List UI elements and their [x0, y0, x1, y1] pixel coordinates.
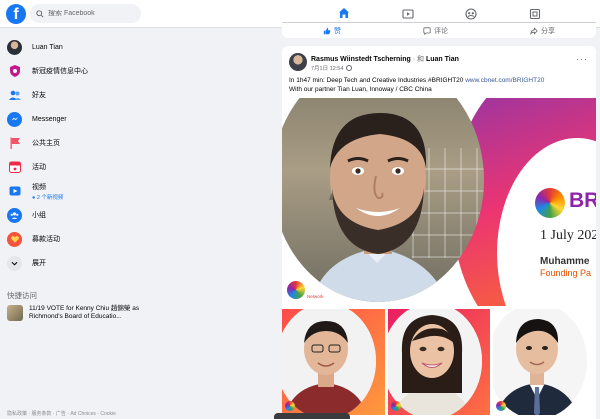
speaker-name-text: Muhamme: [540, 256, 590, 267]
network-logo-icon: [390, 401, 401, 411]
post-text: In 1h47 min: Deep Tech and Creative Indu…: [289, 76, 589, 94]
timestamp-text[interactable]: 7月1日 12:54: [311, 64, 343, 72]
speaker-portrait: [387, 309, 482, 415]
post-timestamp: 7月1日 12:54: [311, 64, 353, 72]
previous-post-action-bar: 赞 评论 分享: [282, 22, 596, 38]
sidebar-item-label: 好友: [32, 92, 46, 99]
friends-icon: [7, 88, 22, 103]
sidebar-item-label: 公共主页: [32, 140, 60, 147]
shortcuts-title: 快捷访问: [7, 291, 37, 300]
sidebar-item-fundraisers[interactable]: 募款活动: [4, 228, 164, 250]
sidebar-item-profile[interactable]: Luan Tian: [4, 36, 164, 58]
sidebar-item-covid[interactable]: 新冠疫情信息中心: [4, 60, 164, 82]
heart-icon: [7, 231, 22, 247]
shortcut-item[interactable]: 11/19 VOTE for Kenny Chiu 趙錦榮 as Richmon…: [7, 305, 177, 321]
sidebar-item-label: Messenger: [32, 115, 67, 123]
avatar: [7, 39, 22, 55]
thumbs-up-icon: [323, 27, 331, 34]
network-logo-icon: [287, 281, 305, 299]
speaker-photo: AL: [282, 98, 484, 302]
new-videos-badge: ● 2 个新视频: [32, 194, 64, 201]
post-image-thumbnails: [282, 309, 596, 415]
share-button[interactable]: 分享: [530, 26, 555, 36]
share-icon: [530, 26, 538, 35]
sidebar-item-messenger[interactable]: Messenger: [4, 108, 164, 130]
shortcut-label: 11/19 VOTE for Kenny Chiu 趙錦榮 as Richmon…: [29, 305, 140, 320]
post-text-line2: With our partner Tian Luan, Innoway / CB…: [289, 86, 432, 93]
sidebar-item-label: 小组: [32, 212, 46, 219]
comment-button[interactable]: 评论: [423, 26, 448, 36]
chat-tab[interactable]: [274, 413, 350, 419]
speaker-role-text: Founding Pa: [540, 268, 592, 278]
feed-post: Rasmus Wiinstedt Tscherning · 和 Luan Tia…: [282, 46, 596, 419]
search-box[interactable]: [30, 4, 141, 23]
author-name-link[interactable]: Rasmus Wiinstedt Tscherning: [311, 56, 411, 63]
covid-shield-icon: [7, 64, 22, 79]
sidebar-item-events[interactable]: 活动: [4, 156, 164, 178]
event-date-text: 1 July 202: [540, 228, 596, 243]
sidebar-item-friends[interactable]: 好友: [4, 84, 164, 106]
sidebar-item-label: 新冠疫情信息中心: [32, 68, 88, 75]
groups-icon: [465, 8, 477, 20]
gaming-icon: [529, 8, 541, 20]
network-logo-icon: [285, 401, 295, 411]
sidebar-item-label: 募款活动: [32, 236, 60, 243]
tagged-user-link[interactable]: Luan Tian: [426, 56, 459, 63]
comment-icon: [423, 26, 431, 35]
groups-icon: [7, 207, 22, 223]
sidebar-item-label: 活动: [32, 164, 46, 171]
bright-logo-icon: [535, 188, 565, 218]
sidebar-item-label: Luan Tian: [32, 43, 63, 51]
comment-label: 评论: [434, 27, 448, 35]
post-main-image[interactable]: AL BRI 1 July 202 Muhamme Founding: [282, 98, 596, 306]
video-icon: [7, 184, 22, 199]
facebook-logo[interactable]: f: [6, 4, 26, 24]
like-label: 赞: [334, 27, 341, 35]
video-icon: [402, 9, 414, 19]
more-options-button[interactable]: ···: [576, 54, 588, 64]
thumbnail-image[interactable]: [282, 309, 385, 415]
like-button[interactable]: 赞: [323, 26, 341, 36]
shortcut-thumbnail: [7, 305, 23, 321]
network-line3: Network: [307, 294, 324, 299]
sidebar-item-pages[interactable]: 公共主页: [4, 132, 164, 154]
post-link[interactable]: www.cbnet.com/BRIGHT20: [465, 77, 544, 84]
speaker-portrait: [312, 113, 447, 302]
network-logo-text: Creative Business Network: [307, 284, 325, 299]
network-logo-icon: [496, 401, 507, 411]
post-author-line: Rasmus Wiinstedt Tscherning · 和 Luan Tia…: [311, 56, 459, 63]
post-text-line1: In 1h47 min: Deep Tech and Creative Indu…: [289, 77, 466, 84]
sidebar-item-label: 展开: [32, 260, 46, 267]
calendar-icon: [7, 160, 22, 175]
messenger-icon: [7, 111, 22, 127]
sidebar-item-groups[interactable]: 小组: [4, 204, 164, 226]
sidebar-item-see-more[interactable]: 展开: [4, 252, 164, 274]
home-icon: [339, 8, 349, 18]
speaker-portrait: [493, 309, 588, 415]
share-label: 分享: [541, 27, 555, 35]
footer-links[interactable]: 隐私政策 · 服务条款 · 广告 · Ad Choices · Cookie: [7, 410, 116, 417]
flag-icon: [7, 136, 22, 151]
with-text: 和: [417, 56, 425, 63]
globe-icon: [346, 65, 353, 71]
sidebar-item-videos[interactable]: 视频 ● 2 个新视频: [4, 180, 164, 202]
thumbnail-image[interactable]: [493, 309, 596, 415]
sidebar-item-label: 视频: [32, 183, 46, 191]
thumbnail-image[interactable]: [387, 309, 491, 415]
bright-brand-text: BRI: [569, 189, 596, 212]
chevron-down-icon: [7, 255, 22, 271]
search-input[interactable]: [48, 10, 138, 17]
speaker-portrait: [282, 309, 376, 415]
search-icon: [36, 9, 44, 18]
author-avatar[interactable]: [289, 53, 307, 71]
